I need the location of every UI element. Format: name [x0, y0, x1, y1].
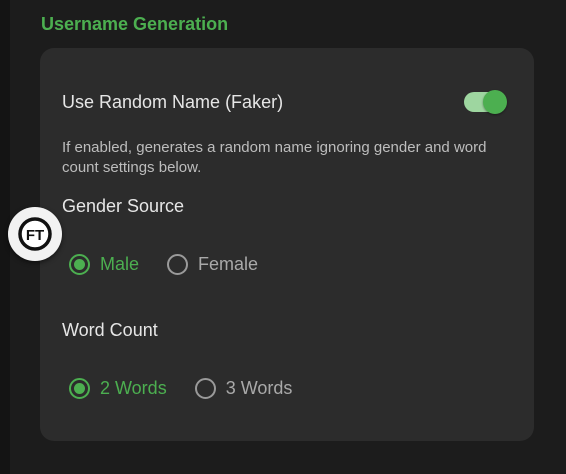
radio-word-count-3[interactable]: 3 Words	[194, 377, 293, 399]
radio-word-count-2-label: 2 Words	[100, 377, 167, 398]
radio-word-count-3-label: 3 Words	[225, 377, 293, 398]
radio-gender-male-label: Male	[100, 253, 140, 274]
random-name-description: If enabled, generates a random name igno…	[62, 139, 487, 176]
radio-unselected-icon	[167, 253, 189, 275]
settings-card: Use Random Name (Faker) If enabled, gene…	[40, 48, 534, 441]
word-count-label: Word Count	[62, 320, 158, 340]
gender-source-options: Male Female	[69, 250, 286, 278]
radio-gender-female[interactable]: Female	[167, 253, 259, 275]
random-name-label: Use Random Name (Faker)	[62, 92, 284, 112]
toggle-thumb	[483, 90, 507, 114]
radio-unselected-icon	[194, 377, 216, 399]
word-count-options: 2 Words 3 Words	[69, 374, 320, 402]
radio-selected-icon	[69, 253, 90, 275]
radio-word-count-2[interactable]: 2 Words	[69, 377, 167, 399]
section-title: Username Generation	[41, 14, 229, 34]
radio-selected-icon	[69, 377, 90, 399]
ft-logo-icon: FT	[18, 217, 52, 251]
random-name-toggle[interactable]	[464, 90, 507, 114]
svg-text:FT: FT	[26, 227, 44, 244]
floating-ft-button[interactable]: FT	[8, 207, 62, 261]
radio-gender-male[interactable]: Male	[69, 253, 140, 275]
radio-gender-female-label: Female	[198, 253, 259, 274]
gender-source-label: Gender Source	[62, 196, 185, 216]
